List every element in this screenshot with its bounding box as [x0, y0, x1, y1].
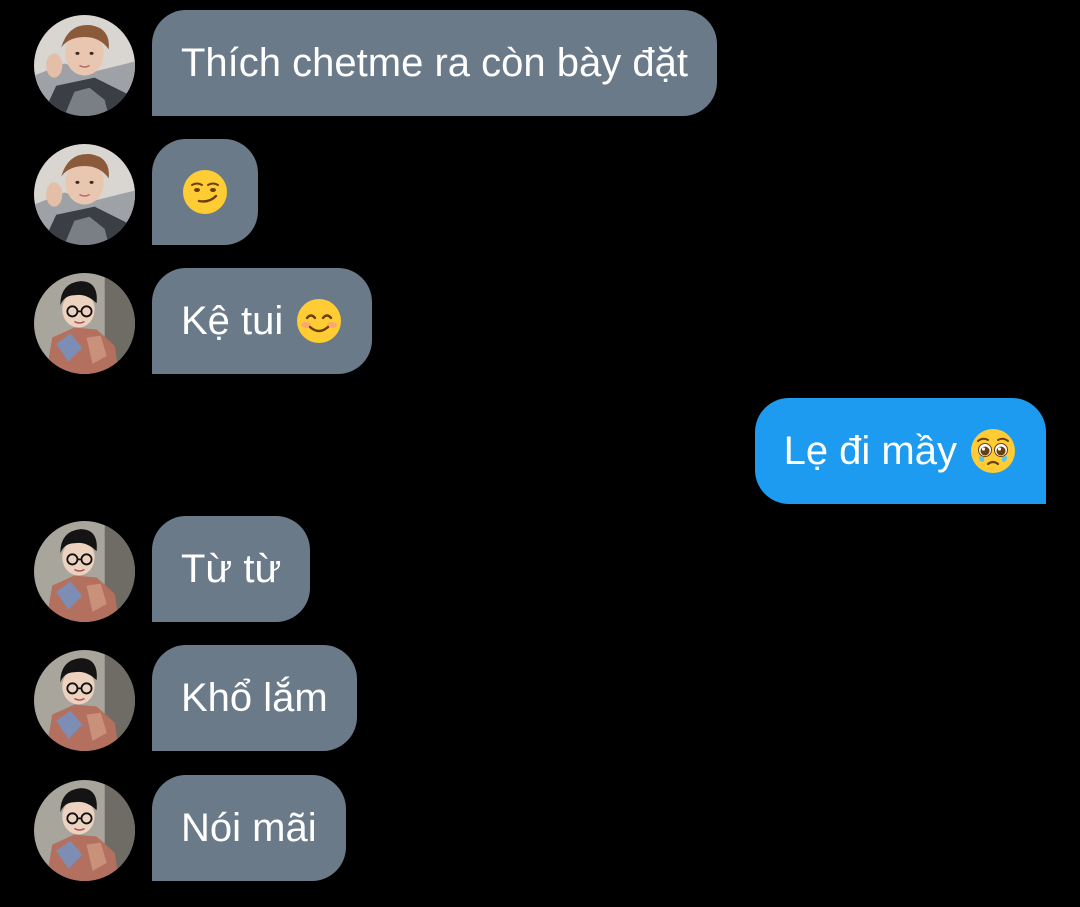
message-text: Khổ lắm: [181, 676, 328, 720]
message-text: Thích chetme ra còn bày đặt: [181, 41, 688, 85]
message-row: Lẹ đi mầy: [0, 398, 1080, 504]
avatar[interactable]: [34, 144, 135, 245]
message-text: Nói mãi: [181, 806, 317, 850]
profile-photo-icon: [34, 273, 135, 374]
message-row: Nói mãi: [0, 775, 1080, 881]
message-row: Kệ tui: [0, 268, 1080, 374]
message-row: [0, 139, 1080, 245]
message-bubble[interactable]: Thích chetme ra còn bày đặt: [152, 10, 717, 116]
profile-photo-icon: [34, 144, 135, 245]
chat-thread: Thích chetme ra còn bày đặt Kệ tui Lẹ đi…: [0, 0, 1080, 907]
profile-photo-icon: [34, 650, 135, 751]
smiling-face-with-smiling-eyes-icon: [295, 297, 343, 345]
message-row: Thích chetme ra còn bày đặt: [0, 10, 1080, 116]
message-text: Kệ tui: [181, 299, 284, 343]
profile-photo-icon: [34, 780, 135, 881]
profile-photo-icon: [34, 521, 135, 622]
avatar[interactable]: [34, 15, 135, 116]
message-bubble[interactable]: Khổ lắm: [152, 645, 357, 751]
avatar[interactable]: [34, 273, 135, 374]
message-text: Từ từ: [181, 547, 282, 591]
message-bubble[interactable]: Lẹ đi mầy: [754, 398, 1046, 504]
message-bubble[interactable]: [152, 139, 258, 245]
message-text: Lẹ đi mầy: [783, 429, 957, 473]
message-bubble[interactable]: Từ từ: [152, 516, 311, 622]
message-row: Từ từ: [0, 516, 1080, 622]
avatar[interactable]: [34, 650, 135, 751]
pleading-face-icon: [969, 427, 1017, 475]
message-row: Khổ lắm: [0, 645, 1080, 751]
avatar[interactable]: [34, 521, 135, 622]
profile-photo-icon: [34, 15, 135, 116]
avatar[interactable]: [34, 780, 135, 881]
message-bubble[interactable]: Nói mãi: [152, 775, 346, 881]
message-bubble[interactable]: Kệ tui: [152, 268, 373, 374]
smirking-face-icon: [181, 168, 229, 216]
